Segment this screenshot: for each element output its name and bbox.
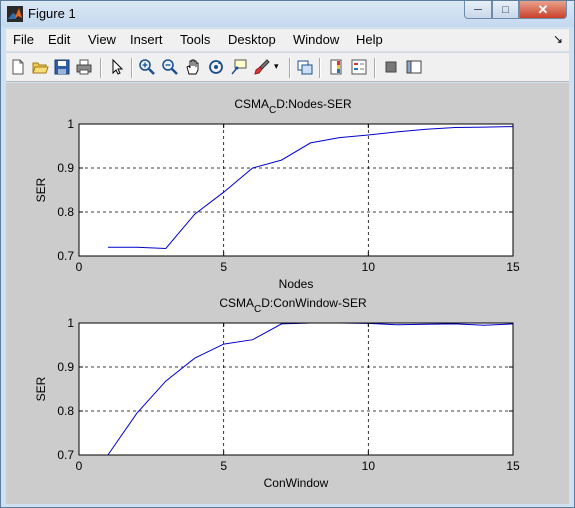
x-tick-label: 5 [220, 459, 227, 473]
x-tick-label: 10 [362, 459, 376, 473]
save-icon[interactable] [53, 58, 71, 76]
menu-bar: File Edit View Insert Tools Desktop Wind… [6, 29, 569, 51]
colorbar-icon[interactable] [327, 58, 345, 76]
figure-toolbar: ▾ [6, 52, 569, 82]
brush-icon[interactable] [253, 58, 271, 76]
hide-plot-tools-icon[interactable] [382, 58, 400, 76]
menu-help[interactable]: Help [356, 32, 383, 47]
menu-insert[interactable]: Insert [130, 32, 163, 47]
chart-title: CSMACD:Nodes-SER [234, 97, 352, 116]
zoom-out-icon[interactable] [161, 58, 179, 76]
legend-icon[interactable] [350, 58, 368, 76]
x-tick-label: 0 [76, 459, 83, 473]
close-button[interactable]: ✕ [519, 1, 567, 19]
x-axis-label: Nodes [279, 277, 314, 291]
brush-dropdown-icon[interactable]: ▾ [274, 61, 279, 72]
select-arrow-icon[interactable] [108, 58, 126, 76]
y-tick-label: 0.9 [57, 161, 74, 175]
print-icon[interactable] [75, 58, 93, 76]
y-tick-label: 1 [67, 316, 74, 330]
x-tick-label: 10 [362, 260, 376, 274]
toolbar-separator [289, 58, 291, 78]
open-file-icon[interactable] [31, 58, 49, 76]
title-bar[interactable]: Figure 1 ─ □ ✕ [1, 1, 574, 27]
window-title: Figure 1 [28, 6, 76, 21]
y-tick-label: 0.7 [57, 448, 74, 462]
minimize-button[interactable]: ─ [464, 1, 492, 19]
x-axis-label: ConWindow [264, 476, 329, 490]
y-axis-label: SER [34, 376, 48, 401]
toolbar-separator [131, 58, 133, 78]
chart-title: CSMACD:ConWindow-SER [219, 296, 367, 315]
show-plot-tools-icon[interactable] [405, 58, 423, 76]
menu-window[interactable]: Window [293, 32, 339, 47]
matlab-logo-icon [7, 6, 23, 22]
link-plot-icon[interactable] [296, 58, 314, 76]
y-axis-label: SER [34, 177, 48, 202]
toolbar-separator [100, 58, 102, 78]
y-tick-label: 0.7 [57, 249, 74, 263]
new-figure-icon[interactable] [9, 58, 27, 76]
toolbar-separator [374, 58, 376, 78]
plot-svg: 0 5 10 150.70.80.91CSMACD:Nodes-SERNodesSER… [34, 97, 520, 490]
menu-edit[interactable]: Edit [48, 32, 70, 47]
menu-desktop[interactable]: Desktop [228, 32, 276, 47]
menu-file[interactable]: File [13, 32, 34, 47]
zoom-in-icon[interactable] [138, 58, 156, 76]
x-tick-label: 5 [220, 260, 227, 274]
minimize-icon: ─ [474, 3, 482, 16]
rotate-3d-icon[interactable] [207, 58, 225, 76]
close-icon: ✕ [537, 1, 549, 17]
pan-hand-icon[interactable] [184, 58, 202, 76]
figure-window: Figure 1 ─ □ ✕ File Edit View Insert Too… [0, 0, 575, 508]
menu-tools[interactable]: Tools [180, 32, 210, 47]
y-tick-label: 0.8 [57, 205, 74, 219]
toolbar-separator [319, 58, 321, 78]
y-tick-label: 1 [67, 117, 74, 131]
menu-view[interactable]: View [88, 32, 116, 47]
axes-background [79, 124, 513, 256]
maximize-button[interactable]: □ [492, 1, 519, 19]
x-tick-label: 15 [506, 459, 520, 473]
y-tick-label: 0.8 [57, 404, 74, 418]
figure-canvas: 0 5 10 15 0.7 0.8 0.9 1 CSMACD:Nodes-SER Nodes SER… [6, 83, 569, 504]
x-tick-label: 0 [76, 260, 83, 274]
data-cursor-icon[interactable] [230, 58, 248, 76]
x-tick-label: 15 [506, 260, 520, 274]
axes-background [79, 323, 513, 455]
dock-arrow-icon[interactable]: ↘ [553, 32, 563, 46]
y-tick-label: 0.9 [57, 360, 74, 374]
maximize-icon: □ [502, 3, 509, 16]
